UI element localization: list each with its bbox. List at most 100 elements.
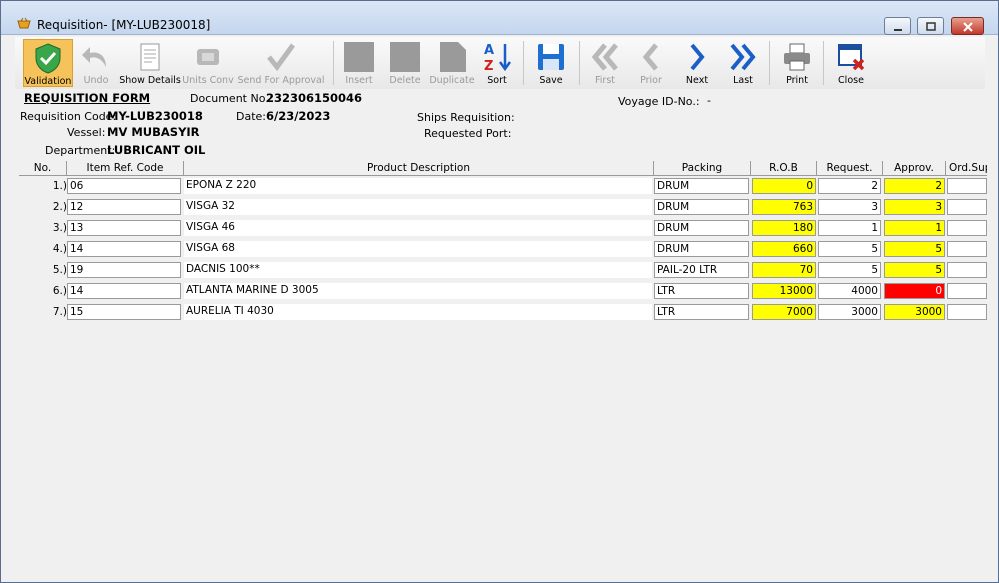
cell-ordsup[interactable] bbox=[947, 283, 987, 299]
cell-approv[interactable]: 0 bbox=[884, 283, 945, 299]
column-approv[interactable]: Approv. bbox=[883, 161, 946, 176]
cell-rob[interactable]: 70 bbox=[752, 262, 816, 278]
column-request[interactable]: Request. bbox=[817, 161, 883, 176]
cell-desc[interactable]: EPONA Z 220 bbox=[184, 178, 652, 194]
document-no-label: Document No.: bbox=[190, 92, 273, 105]
cell-approv[interactable]: 3 bbox=[884, 199, 945, 215]
table-row[interactable]: 4.) 14 VISGA 68 DRUM 660 5 5 bbox=[19, 241, 987, 258]
cell-desc[interactable]: AURELIA TI 4030 bbox=[184, 304, 652, 320]
cell-request[interactable]: 5 bbox=[818, 241, 881, 257]
cell-request[interactable]: 5 bbox=[818, 262, 881, 278]
basket-icon bbox=[17, 17, 31, 29]
cell-packing[interactable]: LTR bbox=[654, 304, 749, 320]
close-button[interactable]: Close bbox=[831, 39, 871, 87]
cell-approv[interactable]: 1 bbox=[884, 220, 945, 236]
table-row[interactable]: 1.) 06 EPONA Z 220 DRUM 0 2 2 bbox=[19, 178, 987, 195]
cell-approv[interactable]: 2 bbox=[884, 178, 945, 194]
units-conv-button[interactable]: Units Conv bbox=[181, 39, 235, 87]
cell-approv[interactable]: 5 bbox=[884, 262, 945, 278]
cell-ordsup[interactable] bbox=[947, 199, 987, 215]
cell-ordsup[interactable] bbox=[947, 304, 987, 320]
column-item-ref-code[interactable]: Item Ref. Code bbox=[67, 161, 184, 176]
date-label: Date: bbox=[236, 110, 266, 123]
cell-code[interactable]: 12 bbox=[67, 199, 181, 215]
toolbar-separator bbox=[769, 41, 770, 85]
table-row[interactable]: 2.) 12 VISGA 32 DRUM 763 3 3 bbox=[19, 199, 987, 216]
cell-code[interactable]: 06 bbox=[67, 178, 181, 194]
cell-packing[interactable]: DRUM bbox=[654, 178, 749, 194]
cell-rob[interactable]: 7000 bbox=[752, 304, 816, 320]
save-button[interactable]: Save bbox=[531, 39, 571, 87]
cell-packing[interactable]: DRUM bbox=[654, 241, 749, 257]
table-row[interactable]: 6.) 14 ATLANTA MARINE D 3005 LTR 13000 4000 0 bbox=[19, 283, 987, 300]
cell-rob[interactable]: 180 bbox=[752, 220, 816, 236]
next-record-icon bbox=[690, 43, 705, 71]
cell-code[interactable]: 19 bbox=[67, 262, 181, 278]
validation-button[interactable]: Validation bbox=[23, 39, 73, 87]
table-row[interactable]: 5.) 19 DACNIS 100** PAIL-20 LTR 70 5 5 bbox=[19, 262, 987, 279]
insert-label: Insert bbox=[345, 75, 373, 86]
undo-button[interactable]: Undo bbox=[75, 39, 117, 87]
prior-record-icon bbox=[642, 43, 658, 71]
maximize-button[interactable] bbox=[917, 17, 944, 35]
last-button[interactable]: Last bbox=[723, 39, 763, 87]
show-details-button[interactable]: Show Details bbox=[119, 39, 181, 87]
undo-label: Undo bbox=[83, 75, 109, 86]
cell-request[interactable]: 3 bbox=[818, 199, 881, 215]
send-for-approval-label: Send For Approval bbox=[237, 75, 325, 86]
cell-approv[interactable]: 3000 bbox=[884, 304, 945, 320]
delete-button[interactable]: Delete bbox=[385, 39, 425, 87]
next-button[interactable]: Next bbox=[677, 39, 717, 87]
cell-packing[interactable]: DRUM bbox=[654, 220, 749, 236]
cell-ordsup[interactable] bbox=[947, 178, 987, 194]
column-ord-sup[interactable]: Ord.Sup bbox=[946, 161, 987, 176]
prior-button[interactable]: Prior bbox=[631, 39, 671, 87]
department-label: Department: bbox=[45, 144, 116, 157]
cell-request[interactable]: 1 bbox=[818, 220, 881, 236]
cell-desc[interactable]: VISGA 32 bbox=[184, 199, 652, 215]
print-button[interactable]: Print bbox=[777, 39, 817, 87]
cell-rob[interactable]: 0 bbox=[752, 178, 816, 194]
column-rob[interactable]: R.O.B bbox=[751, 161, 817, 176]
duplicate-button[interactable]: Duplicate bbox=[427, 39, 477, 87]
cell-packing[interactable]: PAIL-20 LTR bbox=[654, 262, 749, 278]
cell-approv[interactable]: 5 bbox=[884, 241, 945, 257]
column-packing[interactable]: Packing bbox=[654, 161, 751, 176]
cell-code[interactable]: 14 bbox=[67, 283, 181, 299]
first-button[interactable]: First bbox=[585, 39, 625, 87]
row-number: 4.) bbox=[52, 243, 67, 255]
column-no[interactable]: No. bbox=[19, 161, 67, 176]
sort-button[interactable]: A Z Sort bbox=[479, 39, 515, 87]
delete-label: Delete bbox=[389, 75, 421, 86]
cell-rob[interactable]: 13000 bbox=[752, 283, 816, 299]
cell-code[interactable]: 13 bbox=[67, 220, 181, 236]
table-row[interactable]: 7.) 15 AURELIA TI 4030 LTR 7000 3000 3000 bbox=[19, 304, 987, 321]
cell-code[interactable]: 14 bbox=[67, 241, 181, 257]
insert-button[interactable]: Insert bbox=[339, 39, 379, 87]
cell-request[interactable]: 4000 bbox=[818, 283, 881, 299]
cell-code[interactable]: 15 bbox=[67, 304, 181, 320]
window-close-button[interactable] bbox=[951, 17, 984, 35]
send-for-approval-button[interactable]: Send For Approval bbox=[237, 39, 325, 87]
cell-rob[interactable]: 660 bbox=[752, 241, 816, 257]
cell-request[interactable]: 2 bbox=[818, 178, 881, 194]
cell-packing[interactable]: DRUM bbox=[654, 199, 749, 215]
cell-ordsup[interactable] bbox=[947, 241, 987, 257]
cell-packing[interactable]: LTR bbox=[654, 283, 749, 299]
cell-ordsup[interactable] bbox=[947, 262, 987, 278]
document-details-icon bbox=[140, 43, 160, 71]
ships-requisition-label: Ships Requisition: bbox=[417, 111, 515, 124]
cell-desc[interactable]: VISGA 46 bbox=[184, 220, 652, 236]
cell-desc[interactable]: ATLANTA MARINE D 3005 bbox=[184, 283, 652, 299]
table-row[interactable]: 3.) 13 VISGA 46 DRUM 180 1 1 bbox=[19, 220, 987, 237]
column-product-description[interactable]: Product Description bbox=[184, 161, 654, 176]
cell-rob[interactable]: 763 bbox=[752, 199, 816, 215]
document-no-value: 232306150046 bbox=[266, 91, 363, 105]
row-number: 1.) bbox=[52, 180, 67, 192]
minimize-button[interactable] bbox=[884, 17, 911, 35]
voyage-id-value: - bbox=[707, 94, 711, 107]
cell-desc[interactable]: VISGA 68 bbox=[184, 241, 652, 257]
cell-desc[interactable]: DACNIS 100** bbox=[184, 262, 652, 278]
cell-request[interactable]: 3000 bbox=[818, 304, 881, 320]
cell-ordsup[interactable] bbox=[947, 220, 987, 236]
